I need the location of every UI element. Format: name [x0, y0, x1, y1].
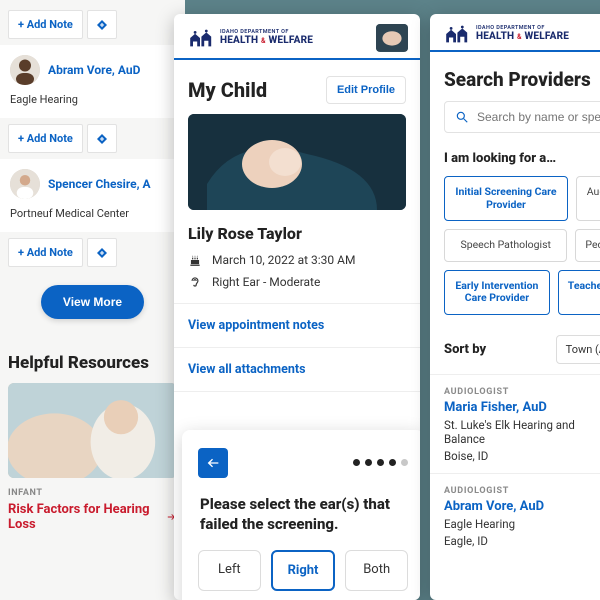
provider-result[interactable]: AUDIOLOGIST Abram Vore, AuD Eagle Hearin…	[430, 473, 600, 558]
view-attachments-link[interactable]: View all attachments	[174, 348, 420, 392]
ear-icon	[188, 275, 202, 289]
diamond-plus-icon	[96, 133, 108, 145]
screening-step-card: Please select the ear(s) that failed the…	[182, 430, 420, 600]
chip-speech-pathologist[interactable]: Speech Pathologist	[444, 229, 567, 262]
add-note-button[interactable]: + Add Note	[8, 124, 83, 153]
provider-org: Eagle Hearing	[10, 93, 175, 106]
result-specialty: AUDIOLOGIST	[444, 387, 600, 397]
provider-card[interactable]: Spencer Chesire, A Portneuf Medical Cent…	[0, 159, 185, 232]
result-name: Maria Fisher, AuD	[444, 400, 600, 415]
result-location: Boise, ID	[444, 449, 600, 463]
add-action-button[interactable]	[87, 238, 117, 267]
add-note-button[interactable]: + Add Note	[8, 238, 83, 267]
cake-icon	[188, 253, 202, 267]
avatar	[10, 55, 40, 85]
sort-select[interactable]: Town (A	[556, 335, 600, 364]
search-input[interactable]	[477, 110, 600, 124]
add-note-button[interactable]: + Add Note	[8, 10, 83, 39]
provider-name: Spencer Chesire, A	[48, 177, 151, 191]
chip-initial-screening[interactable]: Initial Screening Care Provider	[444, 176, 568, 221]
option-both[interactable]: Both	[345, 550, 408, 591]
back-button[interactable]	[198, 448, 228, 478]
brand-logo: IDAHO DEPARTMENT OF HEALTH & WELFARE	[442, 24, 569, 44]
view-appointment-notes-link[interactable]: View appointment notes	[174, 303, 420, 348]
add-action-button[interactable]	[87, 124, 117, 153]
sort-label: Sort by	[444, 342, 486, 357]
provider-card[interactable]: Abram Vore, AuD Eagle Hearing	[0, 45, 185, 118]
search-icon	[455, 110, 469, 124]
looking-for-label: I am looking for a…	[430, 133, 600, 176]
child-photo	[188, 114, 406, 210]
chip-early-intervention[interactable]: Early Intervention Care Provider	[444, 270, 550, 315]
option-right[interactable]: Right	[271, 550, 336, 591]
edit-profile-button[interactable]: Edit Profile	[326, 76, 406, 104]
result-org: Eagle Hearing	[444, 517, 600, 531]
resource-title: Risk Factors for Hearing Loss	[8, 502, 177, 532]
my-child-panel: IDAHO DEPARTMENT OF HEALTH & WELFARE My …	[174, 14, 420, 600]
chip-teacher[interactable]: Teacher	[558, 270, 600, 315]
result-location: Eagle, ID	[444, 534, 600, 548]
result-name: Abram Vore, AuD	[444, 499, 600, 514]
brand-logo: IDAHO DEPARTMENT OF HEALTH & WELFARE	[186, 28, 313, 48]
resource-category: INFANT	[8, 488, 177, 498]
provider-org: Portneuf Medical Center	[10, 207, 175, 220]
search-providers-panel: IDAHO DEPARTMENT OF HEALTH & WELFARE Sea…	[430, 14, 600, 600]
chip-pediatrician[interactable]: Pedi	[575, 229, 600, 262]
resource-image	[8, 383, 177, 478]
birth-row: March 10, 2022 at 3:30 AM	[174, 249, 420, 271]
avatar	[10, 169, 40, 199]
ear-row: Right Ear - Moderate	[174, 271, 420, 293]
add-action-button[interactable]	[87, 10, 117, 39]
chip-audiologist[interactable]: Aud	[576, 176, 600, 221]
option-left[interactable]: Left	[198, 550, 261, 591]
result-specialty: AUDIOLOGIST	[444, 486, 600, 496]
resource-card[interactable]: INFANT Risk Factors for Hearing Loss	[0, 383, 185, 532]
arrow-left-icon	[205, 455, 221, 471]
page-title: Search Providers	[430, 52, 600, 101]
search-field[interactable]	[444, 101, 600, 133]
child-name: Lily Rose Taylor	[174, 210, 420, 249]
profile-thumbnail[interactable]	[376, 24, 408, 52]
provider-name: Abram Vore, AuD	[48, 63, 140, 77]
result-org: St. Luke's Elk Hearing and Balance	[444, 418, 600, 446]
diamond-plus-icon	[96, 247, 108, 259]
provider-result[interactable]: AUDIOLOGIST Maria Fisher, AuD St. Luke's…	[430, 374, 600, 473]
helpful-resources-heading: Helpful Resources	[8, 353, 175, 373]
step-question: Please select the ear(s) that failed the…	[200, 494, 406, 535]
view-more-button[interactable]: View More	[41, 285, 144, 319]
diamond-plus-icon	[96, 19, 108, 31]
providers-panel: + Add Note Abram Vore, AuD Eagle Hearing…	[0, 0, 185, 600]
step-indicator	[353, 459, 408, 466]
page-title: My Child	[188, 78, 267, 102]
